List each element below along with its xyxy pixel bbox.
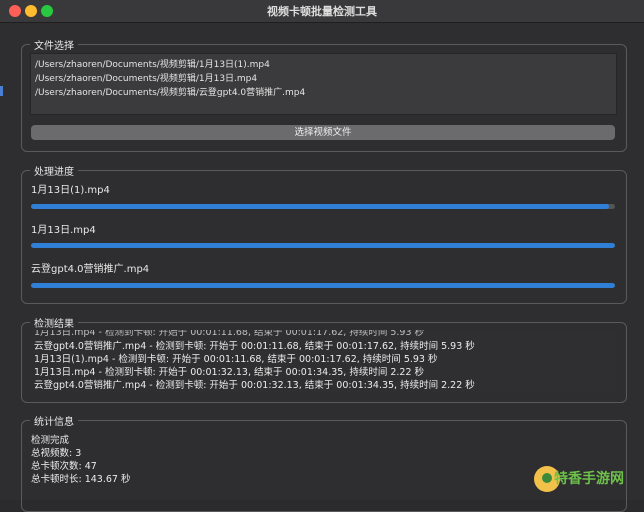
result-line: 云登gpt4.0营销推广.mp4 - 检测到卡顿: 开始于 00:01:11.6…: [34, 341, 475, 352]
window-title: 视频卡顿批量检测工具: [267, 5, 377, 18]
progress-title: 处理进度: [30, 163, 78, 178]
file-list[interactable]: /Users/zhaoren/Documents/视频剪辑/1月13日(1).m…: [30, 53, 617, 115]
progress-bar-fill: [31, 204, 610, 209]
app-window: 视频卡顿批量检测工具 文件选择 /Users/zhaoren/Documents…: [0, 0, 644, 512]
title-bar: 视频卡顿批量检测工具: [0, 0, 644, 23]
progress-item-label: 1月13日(1).mp4: [31, 185, 110, 196]
progress-bar: [31, 243, 615, 248]
watermark-text: 特香手游网: [554, 471, 624, 487]
progress-item-label: 云登gpt4.0营销推广.mp4: [31, 264, 150, 275]
results-title: 检测结果: [30, 315, 78, 330]
stats-line: 检测完成: [31, 435, 70, 446]
file-list-item[interactable]: /Users/zhaoren/Documents/视频剪辑/1月13日(1).m…: [35, 57, 270, 70]
file-list-item[interactable]: /Users/zhaoren/Documents/视频剪辑/云登gpt4.0营销…: [35, 85, 305, 98]
stats-group: 统计信息: [21, 413, 627, 512]
result-line: 1月13日.mp4 - 检测到卡顿: 开始于 00:01:11.68, 结束于 …: [34, 330, 425, 338]
result-line: 云登gpt4.0营销推广.mp4 - 检测到卡顿: 开始于 00:01:32.1…: [34, 380, 475, 391]
file-list-item[interactable]: /Users/zhaoren/Documents/视频剪辑/1月13日.mp4: [35, 71, 257, 84]
result-line: 1月13日.mp4 - 检测到卡顿: 开始于 00:01:32.13, 结束于 …: [34, 367, 425, 378]
file-selection-title: 文件选择: [30, 37, 78, 52]
progress-item-label: 1月13日.mp4: [31, 225, 96, 236]
result-line: 1月13日(1).mp4 - 检测到卡顿: 开始于 00:01:11.68, 结…: [34, 354, 438, 365]
progress-bar-fill: [31, 283, 615, 288]
select-video-files-button[interactable]: 选择视频文件: [31, 125, 615, 140]
stats-line: 总卡顿次数: 47: [31, 461, 97, 472]
stats-title: 统计信息: [30, 413, 78, 428]
background-window-edge: [0, 86, 3, 96]
progress-bar: [31, 204, 615, 209]
progress-bar: [31, 283, 615, 288]
progress-bar-fill: [31, 243, 615, 248]
stats-line: 总卡顿时长: 143.67 秒: [31, 474, 131, 485]
results-log[interactable]: 1月13日.mp4 - 检测到卡顿: 开始于 00:01:11.68, 结束于 …: [30, 330, 615, 392]
stats-line: 总视频数: 3: [31, 448, 82, 459]
